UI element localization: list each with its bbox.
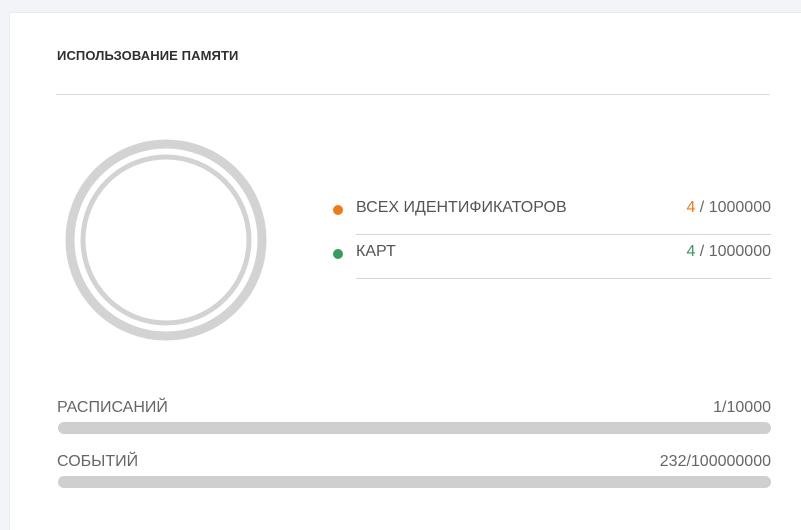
legend-item-all-ids: ВСЕХ ИДЕНТИФИКАТОРОВ 4 / 1000000 <box>328 196 771 240</box>
donut-inner-ring <box>80 154 252 326</box>
schedules-progress-bar <box>58 422 771 434</box>
title-divider <box>56 94 770 95</box>
legend-separator: / <box>695 199 709 216</box>
legend-divider <box>356 234 771 235</box>
legend-separator: / <box>695 243 709 260</box>
green-dot-icon <box>333 249 343 259</box>
legend-value: 4 / 1000000 <box>686 243 771 261</box>
schedules-label: РАСПИСАНИЙ <box>57 399 168 416</box>
legend-divider <box>356 278 771 279</box>
legend-label: КАРТ <box>356 243 396 260</box>
events-value: 232/100000000 <box>659 453 771 470</box>
memory-legend: ВСЕХ ИДЕНТИФИКАТОРОВ 4 / 1000000 КАРТ 4 … <box>328 196 771 284</box>
legend-total: 1000000 <box>708 243 771 260</box>
legend-label: ВСЕХ ИДЕНТИФИКАТОРОВ <box>356 199 567 216</box>
memory-donut-chart <box>65 139 267 341</box>
legend-total: 1000000 <box>708 199 771 216</box>
schedules-value: 1/10000 <box>713 399 771 416</box>
legend-value: 4 / 1000000 <box>686 199 771 217</box>
donut-outer-ring <box>65 139 267 341</box>
card-title: ИСПОЛЬЗОВАНИЕ ПАМЯТИ <box>57 48 239 63</box>
memory-usage-card: ИСПОЛЬЗОВАНИЕ ПАМЯТИ ВСЕХ ИДЕНТИФИКАТОРО… <box>9 12 801 530</box>
events-label: СОБЫТИЙ <box>57 453 139 470</box>
events-progress-bar <box>58 476 771 488</box>
orange-dot-icon <box>333 205 343 215</box>
legend-item-cards: КАРТ 4 / 1000000 <box>328 240 771 284</box>
